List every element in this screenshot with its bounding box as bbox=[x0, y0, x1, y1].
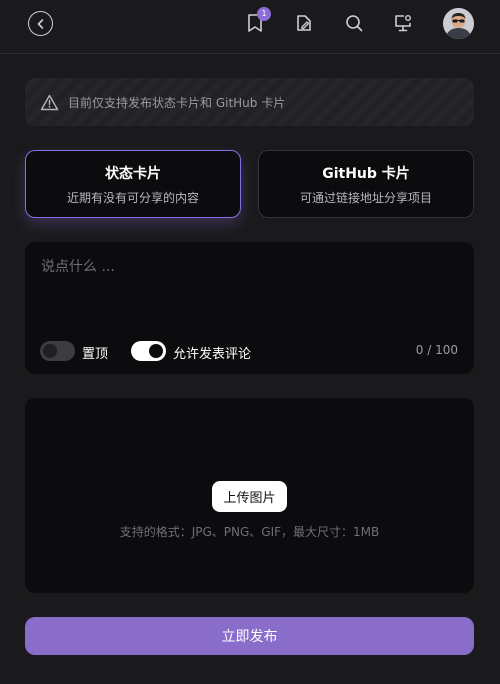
status-text-input[interactable]: 说点什么 ... bbox=[41, 256, 115, 276]
upload-image-button[interactable]: 上传图片 bbox=[212, 481, 287, 512]
allow-comments-label: 允许发表评论 bbox=[173, 347, 252, 362]
avatar[interactable] bbox=[443, 8, 474, 39]
monitor-settings-icon[interactable] bbox=[392, 12, 414, 34]
tab-title: GitHub 卡片 bbox=[322, 165, 410, 182]
edit-card-icon[interactable] bbox=[293, 12, 315, 34]
tab-subtitle: 可通过链接地址分享项目 bbox=[299, 190, 432, 205]
pin-label: 置顶 bbox=[82, 347, 109, 362]
character-counter: 0 / 100 bbox=[415, 343, 458, 357]
upload-hint: 支持的格式：JPG、PNG、GIF，最大尺寸：1MB bbox=[119, 525, 380, 539]
notification-badge: 1 bbox=[257, 7, 271, 21]
top-bar: 1 bbox=[0, 0, 500, 54]
publish-button[interactable]: 立即发布 bbox=[25, 617, 474, 655]
pin-toggle[interactable] bbox=[40, 341, 75, 361]
tab-github-card[interactable]: GitHub 卡片 可通过链接地址分享项目 bbox=[258, 150, 474, 218]
compose-box: 说点什么 ... 置顶 允许发表评论 0 / 100 bbox=[25, 242, 474, 374]
notice-banner: 目前仅支持发布状态卡片和 GitHub 卡片 bbox=[25, 78, 474, 126]
tab-title: 状态卡片 bbox=[105, 165, 161, 182]
tab-subtitle: 近期有没有可分享的内容 bbox=[66, 190, 199, 205]
warning-triangle-icon bbox=[40, 94, 59, 110]
search-icon[interactable] bbox=[343, 12, 365, 34]
back-button[interactable] bbox=[28, 11, 53, 36]
user-avatar-icon bbox=[443, 8, 474, 39]
toggle-knob bbox=[149, 344, 163, 358]
notice-text: 目前仅支持发布状态卡片和 GitHub 卡片 bbox=[68, 95, 286, 110]
toggle-knob bbox=[43, 344, 57, 358]
image-upload-area[interactable]: 上传图片 支持的格式：JPG、PNG、GIF，最大尺寸：1MB bbox=[25, 398, 474, 593]
allow-comments-toggle[interactable] bbox=[131, 341, 166, 361]
tab-status-card[interactable]: 状态卡片 近期有没有可分享的内容 bbox=[25, 150, 241, 218]
chevron-left-icon bbox=[37, 18, 43, 29]
